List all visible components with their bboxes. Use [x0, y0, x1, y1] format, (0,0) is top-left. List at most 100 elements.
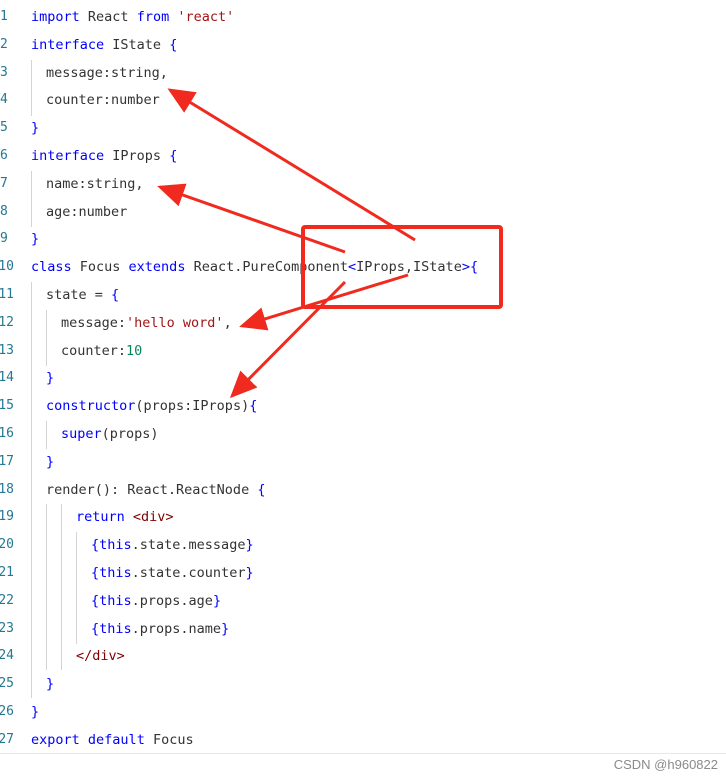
code-line[interactable]: 9}	[0, 225, 726, 253]
code-token: 'react'	[177, 9, 235, 25]
code-token: class	[31, 259, 72, 276]
code-line[interactable]: 6 interface IProps {	[0, 142, 726, 170]
code-line[interactable]: 3 message:string,	[0, 59, 726, 87]
code-line[interactable]: 16 super(props)	[0, 420, 726, 448]
line-number: 7	[0, 175, 8, 191]
code-editor[interactable]: 1 import React from 'react' 2 interface ISt…	[0, 0, 726, 780]
line-number: 15	[0, 398, 14, 414]
line-number: 5	[0, 120, 8, 136]
code-line[interactable]: 7 name:string,	[0, 170, 726, 198]
code-line[interactable]: 2 interface IState {	[0, 31, 726, 59]
line-number: 10	[0, 259, 14, 275]
code-line[interactable]: 21 {this.state.counter}	[0, 559, 726, 587]
code-token: }	[212, 592, 222, 609]
code-line[interactable]: 13 counter:10	[0, 337, 726, 365]
code-token: }	[31, 704, 40, 720]
code-token: render(): React.ReactNode	[46, 481, 258, 498]
code-line[interactable]: 17}	[0, 448, 726, 476]
code-token: interface	[31, 148, 105, 164]
line-number: 18	[0, 481, 14, 497]
code-token: this	[99, 592, 132, 609]
code-token: </div>	[76, 648, 125, 665]
line-number: 17	[0, 453, 14, 469]
code-line[interactable]: 10 class Focus extends React.PureComponen…	[0, 253, 726, 281]
code-line[interactable]: 4 counter:number	[0, 86, 726, 114]
code-line[interactable]: 8 age:number	[0, 198, 726, 226]
code-text: }	[46, 448, 54, 476]
code-text: {this.state.counter}	[91, 559, 254, 587]
code-token: .props.name	[131, 620, 222, 637]
code-line[interactable]: 15 constructor(props:IProps){	[0, 392, 726, 420]
line-number: 25	[0, 676, 14, 692]
code-token: extends	[128, 259, 186, 276]
code-token: {	[111, 287, 120, 303]
code-token: >{	[461, 259, 479, 276]
code-token: }	[46, 370, 55, 387]
code-token: }	[46, 453, 55, 470]
line-number: 27	[0, 731, 14, 747]
code-line[interactable]: 19 return <div>	[0, 503, 726, 531]
code-text: {this.props.name}	[91, 615, 229, 643]
code-token: .state.message	[131, 537, 246, 554]
line-number: 14	[0, 370, 14, 386]
code-token: React.PureComponent	[185, 259, 349, 276]
code-text: name:string,	[46, 170, 144, 198]
code-token: }	[221, 620, 230, 637]
line-number: 16	[0, 426, 14, 441]
code-token: (props:IProps)	[135, 398, 250, 415]
line-number: 23	[0, 620, 14, 636]
code-token: this	[99, 565, 132, 581]
code-text: }	[46, 364, 54, 392]
code-text: constructor(props:IProps){	[46, 392, 257, 420]
line-number: 24	[0, 648, 14, 664]
code-token: React	[79, 9, 137, 25]
code-line[interactable]: 27 export default Focus	[0, 726, 726, 754]
code-token: export	[31, 731, 80, 748]
code-token: }	[31, 231, 40, 248]
code-token: .state.counter	[131, 565, 246, 581]
code-text: message:'hello word',	[61, 309, 232, 337]
code-token: }	[46, 676, 55, 693]
code-token: counter:	[61, 342, 127, 359]
code-token: ,	[223, 314, 232, 331]
code-line[interactable]: 23 {this.props.name}	[0, 615, 726, 643]
code-text: counter:10	[61, 337, 142, 365]
code-token: }	[245, 537, 254, 554]
code-token: state =	[46, 287, 112, 303]
code-line[interactable]: 18 render(): React.ReactNode {	[0, 476, 726, 504]
line-number: 4	[0, 92, 8, 108]
code-token: <	[348, 259, 357, 276]
code-line[interactable]: 25}	[0, 670, 726, 698]
code-token: Focus	[71, 259, 129, 276]
line-number: 9	[0, 231, 8, 247]
code-token: 10	[126, 342, 143, 359]
code-token: IProps	[104, 148, 170, 164]
code-text: export default Focus	[31, 726, 194, 754]
code-token: {	[91, 620, 100, 637]
code-line[interactable]: 14}	[0, 364, 726, 392]
code-token: message:	[61, 314, 127, 331]
code-line[interactable]: 24 </div>	[0, 642, 726, 670]
code-line[interactable]: 22 {this.props.age}	[0, 587, 726, 615]
code-line[interactable]: 20 {this.state.message}	[0, 531, 726, 559]
code-line[interactable]: 5}	[0, 114, 726, 142]
line-number: 21	[0, 565, 14, 580]
code-line[interactable]: 26}	[0, 698, 726, 726]
line-number: 22	[0, 592, 14, 608]
line-number: 20	[0, 537, 14, 553]
code-token: {	[91, 537, 100, 554]
code-token: import	[31, 9, 80, 25]
code-line[interactable]: 1 import React from 'react'	[0, 3, 726, 31]
code-token: 'hello word'	[126, 314, 224, 331]
code-token: .props.age	[131, 592, 213, 609]
code-text: age:number	[46, 198, 127, 226]
code-token: }	[245, 565, 254, 581]
code-token: from	[136, 9, 170, 25]
code-text: super(props)	[61, 420, 159, 448]
line-number: 8	[0, 203, 8, 219]
code-token: (props)	[101, 426, 159, 442]
code-line[interactable]: 11 state = {	[0, 281, 726, 309]
code-token: super	[61, 426, 102, 442]
code-line[interactable]: 12 message:'hello word',	[0, 309, 726, 337]
